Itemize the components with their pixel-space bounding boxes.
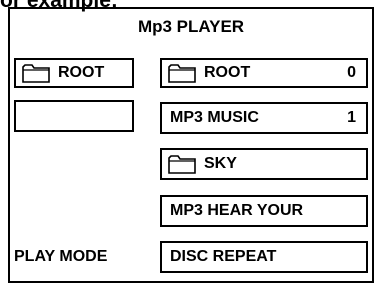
right-row-disc-repeat[interactable]: DISC REPEAT <box>160 241 368 273</box>
row-count: 0 <box>347 64 356 81</box>
right-row-sky[interactable]: SKY <box>160 148 368 180</box>
right-row-mp3-hear-your[interactable]: MP3 HEAR YOUR <box>160 195 368 227</box>
right-row-mp3-music[interactable]: MP3 MUSIC 1 <box>160 102 368 134</box>
row-label: MP3 MUSIC <box>170 109 259 126</box>
player-title: Mp3 PLAYER <box>137 17 245 36</box>
left-root-folder[interactable]: ROOT <box>14 58 134 88</box>
row-label: MP3 HEAR YOUR <box>170 202 304 219</box>
row-label: DISC REPEAT <box>170 248 277 265</box>
left-empty-box <box>14 100 134 132</box>
row-label: ROOT <box>204 64 251 81</box>
row-count: 1 <box>347 109 356 126</box>
play-mode-label: PLAY MODE <box>14 248 108 265</box>
row-label: SKY <box>204 155 237 172</box>
folder-icon <box>168 154 196 174</box>
right-row-root[interactable]: ROOT 0 <box>160 58 368 88</box>
left-root-label: ROOT <box>58 64 105 81</box>
folder-icon <box>22 63 50 83</box>
folder-icon <box>168 63 196 83</box>
